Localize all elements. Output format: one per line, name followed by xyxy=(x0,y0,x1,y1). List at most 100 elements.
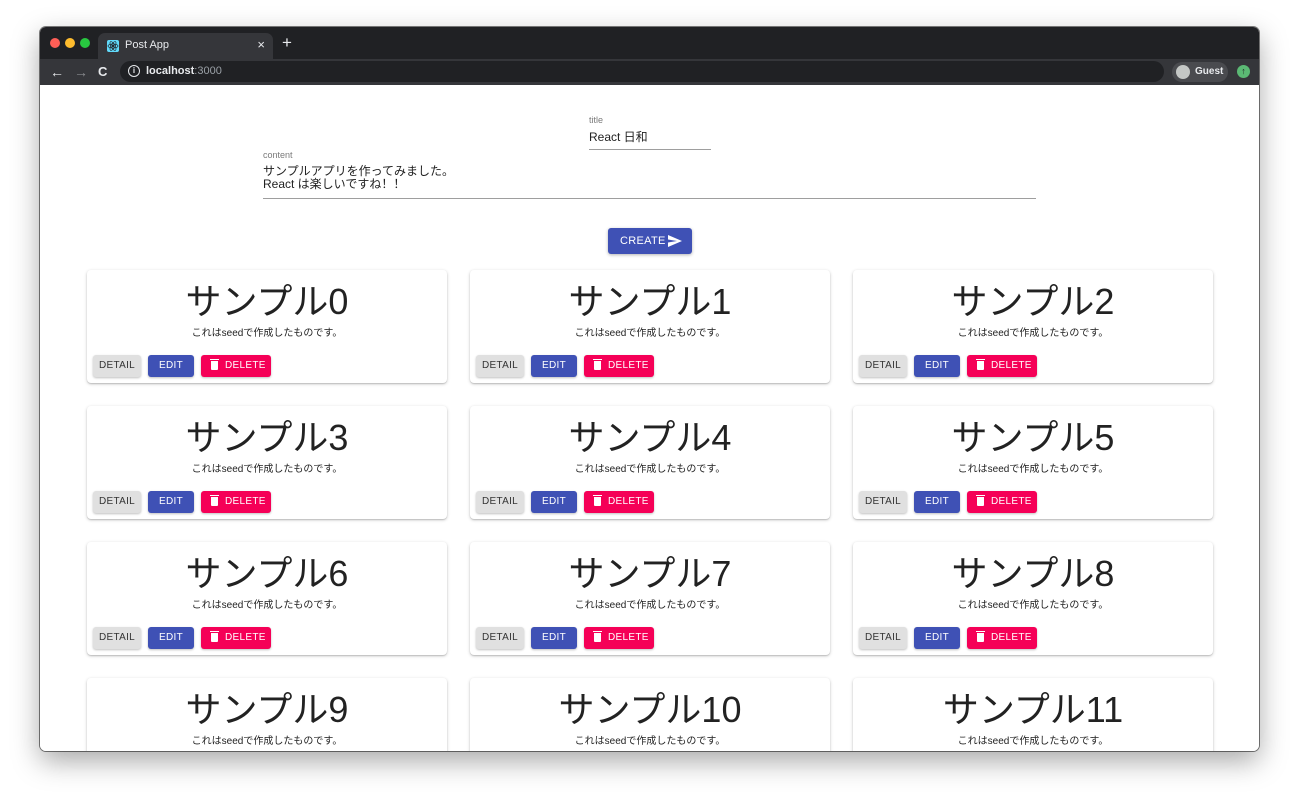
url-host: localhost xyxy=(146,65,195,77)
delete-button[interactable]: DELETE xyxy=(201,627,271,649)
trash-icon xyxy=(210,495,219,506)
delete-button-label: DELETE xyxy=(608,360,649,371)
detail-button[interactable]: DETAIL xyxy=(93,355,141,377)
edit-button[interactable]: EDIT xyxy=(914,627,960,649)
detail-button-label: DETAIL xyxy=(98,496,136,507)
new-tab-button[interactable]: + xyxy=(282,33,292,53)
trash-icon xyxy=(976,631,985,642)
edit-button[interactable]: EDIT xyxy=(148,355,194,377)
delete-button[interactable]: DELETE xyxy=(201,491,271,513)
reload-icon[interactable]: C xyxy=(98,63,107,81)
delete-button[interactable]: DELETE xyxy=(584,491,654,513)
post-content: これはseedで作成したものです。 xyxy=(574,328,726,339)
url-port: :3000 xyxy=(194,65,222,77)
update-available-icon[interactable]: ↑ xyxy=(1237,65,1250,78)
detail-button[interactable]: DETAIL xyxy=(93,627,141,649)
minimize-window-button[interactable] xyxy=(65,38,75,48)
post-title: サンプル4 xyxy=(568,417,732,458)
post-card-grid: サンプル0 これはseedで作成したものです。 DETAIL EDIT DELE… xyxy=(87,270,1213,751)
detail-button[interactable]: DETAIL xyxy=(476,491,524,513)
site-info-icon[interactable]: i xyxy=(128,65,140,77)
delete-button[interactable]: DELETE xyxy=(201,355,271,377)
trash-icon xyxy=(593,359,602,370)
post-title: サンプル11 xyxy=(942,689,1124,730)
profile-label: Guest xyxy=(1195,66,1224,77)
title-input[interactable]: React 日和 xyxy=(589,131,648,144)
edit-button-label: EDIT xyxy=(542,632,566,643)
post-card: サンプル11 これはseedで作成したものです。 DETAIL EDIT DEL… xyxy=(853,678,1213,751)
maximize-window-button[interactable] xyxy=(80,38,90,48)
delete-button-label: DELETE xyxy=(991,496,1032,507)
address-bar[interactable]: i localhost:3000 xyxy=(120,61,1164,82)
edit-button-label: EDIT xyxy=(159,496,183,507)
back-arrow-icon[interactable]: ← xyxy=(50,63,64,81)
edit-button-label: EDIT xyxy=(159,360,183,371)
browser-tab[interactable]: Post App × xyxy=(98,33,273,59)
delete-button-label: DELETE xyxy=(225,360,266,371)
delete-button[interactable]: DELETE xyxy=(584,627,654,649)
detail-button[interactable]: DETAIL xyxy=(859,491,907,513)
post-card: サンプル8 これはseedで作成したものです。 DETAIL EDIT DELE… xyxy=(853,542,1213,655)
title-input-underline xyxy=(589,149,711,150)
post-card: サンプル0 これはseedで作成したものです。 DETAIL EDIT DELE… xyxy=(87,270,447,383)
forward-arrow-icon[interactable]: → xyxy=(74,63,88,81)
post-content: これはseedで作成したものです。 xyxy=(957,328,1109,339)
detail-button[interactable]: DETAIL xyxy=(859,355,907,377)
delete-button[interactable]: DELETE xyxy=(584,355,654,377)
url-text: localhost:3000 xyxy=(146,65,222,77)
post-content: これはseedで作成したものです。 xyxy=(574,600,726,611)
detail-button-label: DETAIL xyxy=(481,496,519,507)
post-card: サンプル3 これはseedで作成したものです。 DETAIL EDIT DELE… xyxy=(87,406,447,519)
react-favicon-icon xyxy=(107,40,119,52)
edit-button[interactable]: EDIT xyxy=(531,491,577,513)
trash-icon xyxy=(593,495,602,506)
detail-button[interactable]: DETAIL xyxy=(859,627,907,649)
post-title: サンプル10 xyxy=(558,689,742,730)
detail-button[interactable]: DETAIL xyxy=(93,491,141,513)
delete-button-label: DELETE xyxy=(608,632,649,643)
content-textarea[interactable]: サンプルアプリを作ってみました。 React は楽しいですね！！ xyxy=(263,165,454,191)
content-field-label: content xyxy=(263,150,293,160)
edit-button[interactable]: EDIT xyxy=(531,627,577,649)
post-title: サンプル1 xyxy=(568,281,732,322)
delete-button[interactable]: DELETE xyxy=(967,627,1037,649)
trash-icon xyxy=(593,631,602,642)
account-circle-icon xyxy=(1176,65,1190,79)
delete-button[interactable]: DELETE xyxy=(967,355,1037,377)
edit-button[interactable]: EDIT xyxy=(531,355,577,377)
delete-button-label: DELETE xyxy=(991,632,1032,643)
detail-button-label: DETAIL xyxy=(481,632,519,643)
create-button-label: CREATE xyxy=(620,235,666,247)
detail-button[interactable]: DETAIL xyxy=(476,355,524,377)
post-card: サンプル6 これはseedで作成したものです。 DETAIL EDIT DELE… xyxy=(87,542,447,655)
edit-button[interactable]: EDIT xyxy=(914,355,960,377)
browser-window: Post App × + ← → C i localhost:3000 Gues… xyxy=(40,27,1259,751)
profile-button[interactable]: Guest xyxy=(1172,62,1228,82)
detail-button-label: DETAIL xyxy=(481,360,519,371)
close-window-button[interactable] xyxy=(50,38,60,48)
post-title: サンプル7 xyxy=(568,553,732,594)
tab-close-icon[interactable]: × xyxy=(257,37,265,53)
delete-button[interactable]: DELETE xyxy=(967,491,1037,513)
detail-button-label: DETAIL xyxy=(864,632,902,643)
create-button[interactable]: CREATE xyxy=(608,228,692,254)
edit-button-label: EDIT xyxy=(925,360,949,371)
page-content: title React 日和 content サンプルアプリを作ってみました。 … xyxy=(40,85,1259,751)
post-card: サンプル1 これはseedで作成したものです。 DETAIL EDIT DELE… xyxy=(470,270,830,383)
post-card: サンプル9 これはseedで作成したものです。 DETAIL EDIT DELE… xyxy=(87,678,447,751)
edit-button[interactable]: EDIT xyxy=(148,491,194,513)
post-content: これはseedで作成したものです。 xyxy=(957,736,1109,747)
delete-button-label: DELETE xyxy=(608,496,649,507)
delete-button-label: DELETE xyxy=(225,632,266,643)
post-title: サンプル5 xyxy=(951,417,1115,458)
post-title: サンプル3 xyxy=(185,417,349,458)
send-icon xyxy=(668,234,682,252)
content-textarea-underline xyxy=(263,198,1036,199)
trash-icon xyxy=(210,631,219,642)
edit-button-label: EDIT xyxy=(925,496,949,507)
detail-button[interactable]: DETAIL xyxy=(476,627,524,649)
edit-button-label: EDIT xyxy=(925,632,949,643)
edit-button[interactable]: EDIT xyxy=(148,627,194,649)
edit-button[interactable]: EDIT xyxy=(914,491,960,513)
post-card: サンプル10 これはseedで作成したものです。 DETAIL EDIT DEL… xyxy=(470,678,830,751)
